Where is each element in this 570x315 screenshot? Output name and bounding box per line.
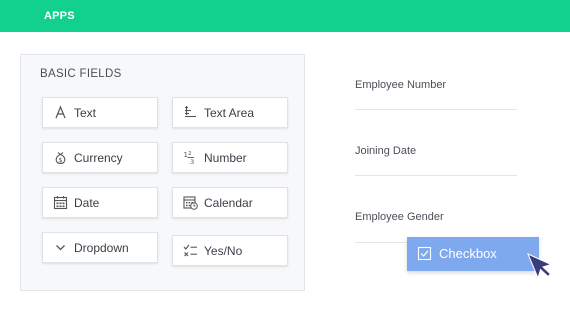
- employee-number-label: Employee Number: [355, 79, 447, 91]
- field-label: Number: [204, 151, 247, 165]
- date-icon: [53, 196, 68, 210]
- text-area-icon: [185, 106, 196, 118]
- field-currency[interactable]: $ Currency: [42, 142, 158, 173]
- app-title[interactable]: APPS: [44, 10, 75, 22]
- field-label: Dropdown: [74, 241, 129, 255]
- basic-fields-panel: BASIC FIELDS Text Text Area $ Currency 1…: [20, 54, 305, 291]
- field-date[interactable]: Date: [42, 187, 158, 218]
- field-text-area[interactable]: Text Area: [172, 97, 288, 128]
- field-dropdown[interactable]: Dropdown: [42, 232, 158, 263]
- yes-no-icon: [183, 244, 197, 257]
- calendar-icon: [183, 196, 198, 210]
- chevron-down-icon: [56, 245, 65, 251]
- currency-icon: $: [55, 152, 66, 165]
- number-icon: 1 2 3: [184, 151, 195, 165]
- joining-date-field[interactable]: [355, 175, 517, 176]
- pointer-cursor-icon: [527, 253, 552, 279]
- field-label: Date: [74, 196, 100, 210]
- text-icon: [55, 105, 66, 119]
- employee-number-field[interactable]: [355, 109, 517, 110]
- field-text[interactable]: Text: [42, 97, 158, 128]
- field-label: Text: [74, 106, 97, 120]
- field-number[interactable]: 1 2 3 Number: [172, 142, 288, 173]
- field-calendar[interactable]: Calendar: [172, 187, 288, 218]
- svg-text:2: 2: [188, 151, 192, 157]
- drag-label: Checkbox: [439, 246, 497, 261]
- employee-gender-label: Employee Gender: [355, 211, 444, 223]
- top-bar: APPS: [0, 0, 570, 32]
- dragging-checkbox-field[interactable]: Checkbox: [407, 237, 539, 271]
- joining-date-label: Joining Date: [355, 145, 417, 157]
- svg-text:3: 3: [190, 158, 194, 165]
- checkbox-icon: [417, 246, 432, 261]
- panel-title: BASIC FIELDS: [40, 68, 122, 80]
- field-label: Yes/No: [204, 244, 243, 258]
- field-label: Currency: [74, 151, 123, 165]
- field-label: Text Area: [204, 106, 255, 120]
- field-label: Calendar: [204, 196, 253, 210]
- svg-text:$: $: [58, 156, 62, 164]
- field-yes-no[interactable]: Yes/No: [172, 235, 288, 266]
